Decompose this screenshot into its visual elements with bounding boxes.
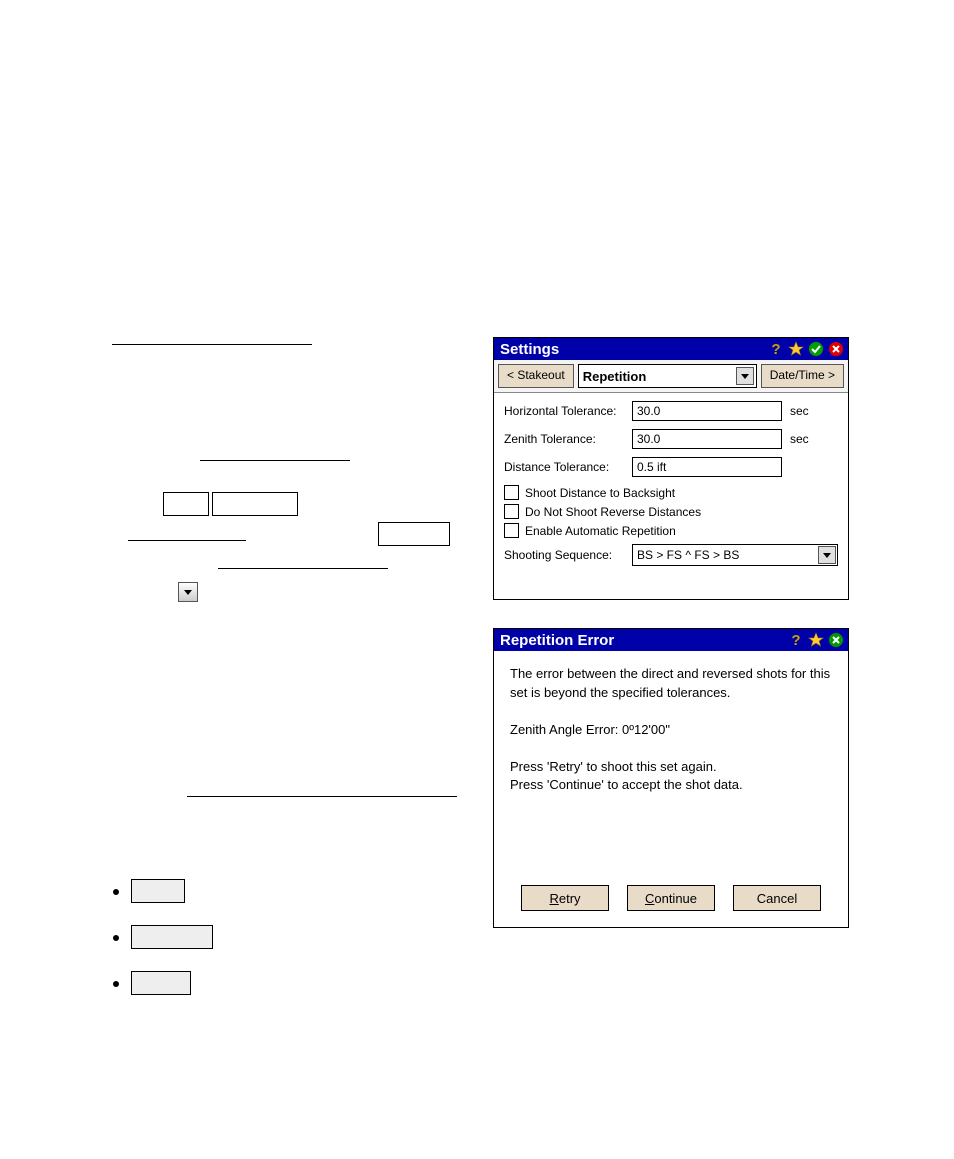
row-shoot-backsight[interactable]: Shoot Distance to Backsight [504,485,838,500]
ghost-button [131,879,185,903]
reperr-continue-hint: Press 'Continue' to accept the shot data… [510,776,832,795]
ghost-box [163,492,209,516]
reperr-paragraph-1: The error between the direct and reverse… [510,665,832,703]
label-distance-tolerance: Distance Tolerance: [504,460,632,474]
settings-titlebar: Settings ? [494,338,848,360]
ghost-line [187,796,457,797]
ghost-line [200,460,350,461]
label-horizontal-tolerance: Horizontal Tolerance: [504,404,632,418]
retry-rest: etry [559,891,581,906]
repetition-error-dialog: Repetition Error ? The error between the… [493,628,849,928]
select-shooting-sequence[interactable]: BS > FS ^ FS > BS [632,544,838,566]
ghost-box [378,522,450,546]
ok-icon[interactable] [808,341,824,357]
input-distance-tolerance[interactable] [632,457,782,477]
continue-rest: ontinue [654,891,697,906]
label-shoot-backsight: Shoot Distance to Backsight [525,486,675,500]
ghost-line [218,568,388,569]
ghost-dropdown-icon [178,582,198,602]
help-icon[interactable]: ? [788,632,804,648]
nav-current-select[interactable]: Repetition [578,364,757,388]
ghost-button [131,925,213,949]
checkbox-auto-repetition[interactable] [504,523,519,538]
label-zenith-tolerance: Zenith Tolerance: [504,432,632,446]
chevron-down-icon[interactable] [818,546,836,564]
reperr-retry-hint: Press 'Retry' to shoot this set again. [510,758,832,777]
nav-next-button[interactable]: Date/Time > [761,364,844,388]
continue-button[interactable]: Continue [627,885,715,911]
label-no-reverse: Do Not Shoot Reverse Distances [525,505,701,519]
titlebar-icons: ? [788,632,844,648]
unit-zenith-tolerance: sec [790,432,809,446]
row-horizontal-tolerance: Horizontal Tolerance: sec [504,401,838,421]
ghost-button [131,971,191,995]
ghost-line [128,540,246,541]
bullet-icon [113,889,119,895]
cancel-button[interactable]: Cancel [733,885,821,911]
retry-accel: R [549,891,558,906]
row-no-reverse[interactable]: Do Not Shoot Reverse Distances [504,504,838,519]
continue-accel: C [645,891,654,906]
retry-button[interactable]: Retry [521,885,609,911]
close-icon[interactable] [828,632,844,648]
favorite-icon[interactable] [808,632,824,648]
bullet-icon [113,935,119,941]
settings-window: Settings ? < Stakeout Repetition Date/Ti… [493,337,849,600]
reperr-body: The error between the direct and reverse… [494,651,848,805]
unit-horizontal-tolerance: sec [790,404,809,418]
row-shooting-sequence: Shooting Sequence: BS > FS ^ FS > BS [504,544,838,566]
ghost-line [112,344,312,345]
row-auto-repetition[interactable]: Enable Automatic Repetition [504,523,838,538]
row-zenith-tolerance: Zenith Tolerance: sec [504,429,838,449]
label-shooting-sequence: Shooting Sequence: [504,548,632,562]
checkbox-shoot-backsight[interactable] [504,485,519,500]
settings-body: Horizontal Tolerance: sec Zenith Toleran… [494,393,848,574]
reperr-title: Repetition Error [500,632,788,649]
bullet-icon [113,981,119,987]
help-icon[interactable]: ? [768,341,784,357]
settings-title: Settings [500,341,768,358]
dialog-button-row: Retry Continue Cancel [494,885,848,911]
nav-current-label: Repetition [583,369,647,384]
reperr-zenith-error: Zenith Angle Error: 0º12'00" [510,721,832,740]
nav-prev-button[interactable]: < Stakeout [498,364,574,388]
checkbox-no-reverse[interactable] [504,504,519,519]
titlebar-icons: ? [768,341,844,357]
reperr-titlebar: Repetition Error ? [494,629,848,651]
close-icon[interactable] [828,341,844,357]
input-horizontal-tolerance[interactable] [632,401,782,421]
value-shooting-sequence: BS > FS ^ FS > BS [637,548,739,562]
row-distance-tolerance: Distance Tolerance: [504,457,838,477]
cancel-label: Cancel [757,891,797,906]
settings-nav-row: < Stakeout Repetition Date/Time > [494,360,848,393]
favorite-icon[interactable] [788,341,804,357]
chevron-down-icon[interactable] [736,367,754,385]
input-zenith-tolerance[interactable] [632,429,782,449]
label-auto-repetition: Enable Automatic Repetition [525,524,676,538]
ghost-box [212,492,298,516]
